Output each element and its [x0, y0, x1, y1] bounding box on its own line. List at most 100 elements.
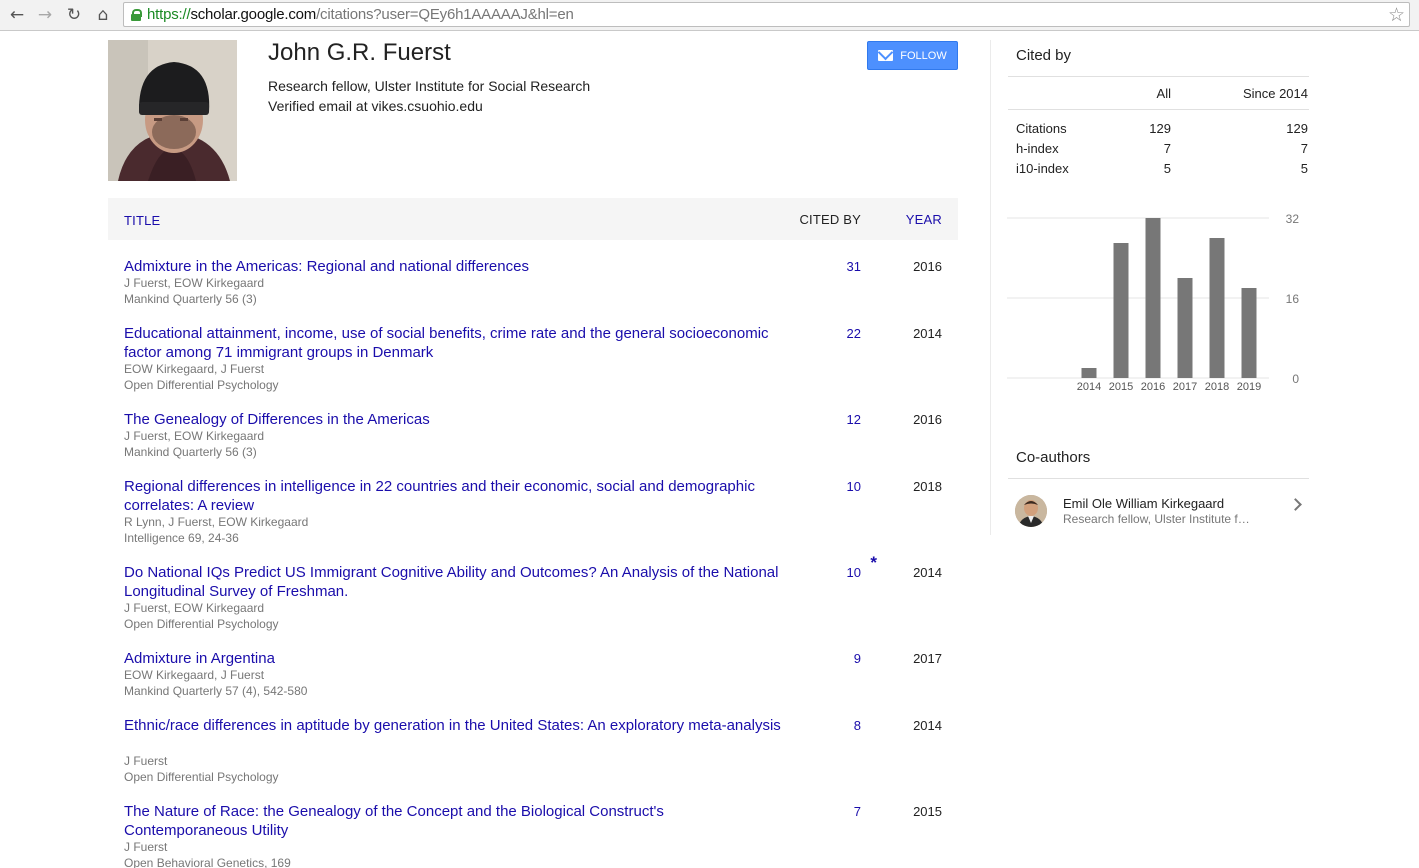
chart-bar: [1177, 278, 1193, 378]
address-bar[interactable]: https://scholar.google.com/citations?use…: [123, 2, 1410, 27]
publication-title-link[interactable]: Ethnic/race differences in aptitude by g…: [124, 716, 788, 735]
metric-since: 129: [1286, 121, 1308, 136]
browser-toolbar: ← → ↻ ⌂ https://scholar.google.com/citat…: [0, 0, 1419, 31]
co-authors-heading: Co-authors: [1016, 449, 1091, 466]
metric-all: 7: [1163, 141, 1171, 156]
publication-venue: Open Differential Psychology: [124, 770, 279, 784]
chart-x-tick-label: 2017: [1173, 381, 1197, 393]
metric-label: Citations: [1016, 121, 1067, 136]
publication-title-link[interactable]: The Genealogy of Differences in the Amer…: [124, 410, 788, 429]
home-icon[interactable]: ⌂: [91, 3, 115, 27]
profile-affiliation: Research fellow, Ulster Institute for So…: [268, 78, 591, 94]
metric-since: 7: [1300, 141, 1308, 156]
publication-title-link[interactable]: Educational attainment, income, use of s…: [124, 324, 788, 362]
lock-icon: [131, 9, 142, 21]
chart-bar: [1241, 288, 1257, 378]
publication-title-link[interactable]: Admixture in Argentina: [124, 649, 788, 668]
coauthor-avatar-image: [1015, 495, 1047, 527]
publication-venue: Intelligence 69, 24-36: [124, 531, 239, 545]
back-arrow-icon[interactable]: ←: [5, 3, 29, 27]
publication-title-link[interactable]: Regional differences in intelligence in …: [124, 477, 788, 515]
citations-per-year-chart: 32 16 0 2014 2015 2016 2017 2018 2019: [1007, 212, 1300, 393]
chart-x-tick-label: 2018: [1205, 381, 1229, 393]
url-text[interactable]: https://scholar.google.com/citations?use…: [147, 6, 574, 23]
publication-year: 2014: [913, 718, 942, 733]
metric-all: 129: [1149, 121, 1171, 136]
col-since-header: Since 2014: [1242, 86, 1308, 101]
chevron-right-icon: [1289, 498, 1302, 511]
reload-icon[interactable]: ↻: [62, 3, 86, 27]
publication-title-link[interactable]: Do National IQs Predict US Immigrant Cog…: [124, 563, 788, 601]
metric-since: 5: [1300, 161, 1308, 176]
sort-by-title-link[interactable]: TITLE: [124, 213, 160, 228]
coauthor-item[interactable]: Emil Ole William Kirkegaard Research fel…: [1007, 486, 1308, 534]
col-all-header: All: [1156, 86, 1171, 101]
publication-authors: J Fuerst: [124, 754, 168, 768]
profile-name: John G.R. Fuerst: [268, 39, 451, 66]
publication-venue: Open Behavioral Genetics, 169: [124, 856, 291, 868]
url-host: scholar.google.com: [190, 6, 317, 23]
publication-venue: Mankind Quarterly 57 (4), 542-580: [124, 684, 308, 698]
publication-venue: Open Differential Psychology: [124, 617, 279, 631]
metric-all: 5: [1163, 161, 1171, 176]
chart-x-tick-label: 2015: [1109, 381, 1133, 393]
cited-by-count-link[interactable]: 31: [847, 259, 861, 274]
chart-bar: [1081, 368, 1097, 378]
cited-by-count-link[interactable]: 7: [854, 804, 861, 819]
chart-bar: [1209, 238, 1225, 378]
publication-year: 2016: [913, 259, 942, 274]
forward-arrow-icon[interactable]: →: [33, 3, 57, 27]
publication-year: 2014: [913, 565, 942, 580]
chart-bar: [1113, 243, 1129, 378]
publication-year: 2017: [913, 651, 942, 666]
cited-by-count-link[interactable]: 9: [854, 651, 861, 666]
publication-venue: Mankind Quarterly 56 (3): [124, 445, 257, 459]
cited-by-count-link[interactable]: 22: [847, 326, 861, 341]
publication-year: 2018: [913, 479, 942, 494]
publication-authors: J Fuerst, EOW Kirkegaard: [124, 429, 265, 443]
coauthor-name: Emil Ole William Kirkegaard: [1063, 496, 1225, 511]
chart-y-tick-label: 16: [1286, 292, 1300, 306]
cited-by-count-link[interactable]: 10: [847, 479, 861, 494]
chart-x-tick-label: 2019: [1237, 381, 1261, 393]
coauthor-avatar: [1015, 495, 1047, 527]
cited-by-count-link[interactable]: 10: [847, 565, 861, 580]
publication-authors: EOW Kirkegaard, J Fuerst: [124, 362, 265, 376]
star-icon[interactable]: ☆: [1388, 4, 1405, 26]
cited-by-count-link[interactable]: 8: [854, 718, 861, 733]
merged-citations-marker[interactable]: *: [870, 553, 877, 573]
divider: [1008, 76, 1309, 77]
publication-authors: J Fuerst, EOW Kirkegaard: [124, 601, 265, 615]
chart-bar: [1145, 218, 1161, 378]
metric-label: i10-index: [1016, 161, 1069, 176]
publication-title-link[interactable]: The Nature of Race: the Genealogy of the…: [124, 802, 788, 840]
publication-authors: J Fuerst, EOW Kirkegaard: [124, 276, 265, 290]
publication-year: 2016: [913, 412, 942, 427]
divider: [1008, 478, 1309, 479]
publication-authors: EOW Kirkegaard, J Fuerst: [124, 668, 265, 682]
chart-y-tick-label: 32: [1286, 212, 1300, 226]
publication-year: 2014: [913, 326, 942, 341]
publication-year: 2015: [913, 804, 942, 819]
chart-x-tick-label: 2016: [1141, 381, 1165, 393]
cited-by-column-header: CITED BY: [799, 212, 861, 227]
divider: [1008, 109, 1309, 110]
publication-title-link[interactable]: Admixture in the Americas: Regional and …: [124, 257, 788, 276]
sort-by-year-link[interactable]: YEAR: [906, 212, 942, 227]
metric-label: h-index: [1016, 141, 1059, 156]
cited-by-heading: Cited by: [1016, 47, 1072, 64]
publication-venue: Mankind Quarterly 56 (3): [124, 292, 257, 306]
publication-venue: Open Differential Psychology: [124, 378, 279, 392]
profile-photo-image: [108, 40, 237, 181]
profile-photo: [108, 40, 237, 181]
publication-authors: R Lynn, J Fuerst, EOW Kirkegaard: [124, 515, 309, 529]
chart-x-tick-label: 2014: [1077, 381, 1101, 393]
publication-authors: J Fuerst: [124, 840, 168, 854]
chart-y-tick-label: 0: [1292, 372, 1299, 386]
cited-by-count-link[interactable]: 12: [847, 412, 861, 427]
coauthor-affiliation: Research fellow, Ulster Institute for So…: [1063, 512, 1253, 526]
url-scheme: https://: [147, 6, 191, 23]
follow-button[interactable]: FOLLOW: [867, 41, 958, 70]
follow-label: FOLLOW: [900, 49, 947, 62]
url-path: /citations?user=QEy6h1AAAAAJ&hl=en: [316, 6, 574, 23]
